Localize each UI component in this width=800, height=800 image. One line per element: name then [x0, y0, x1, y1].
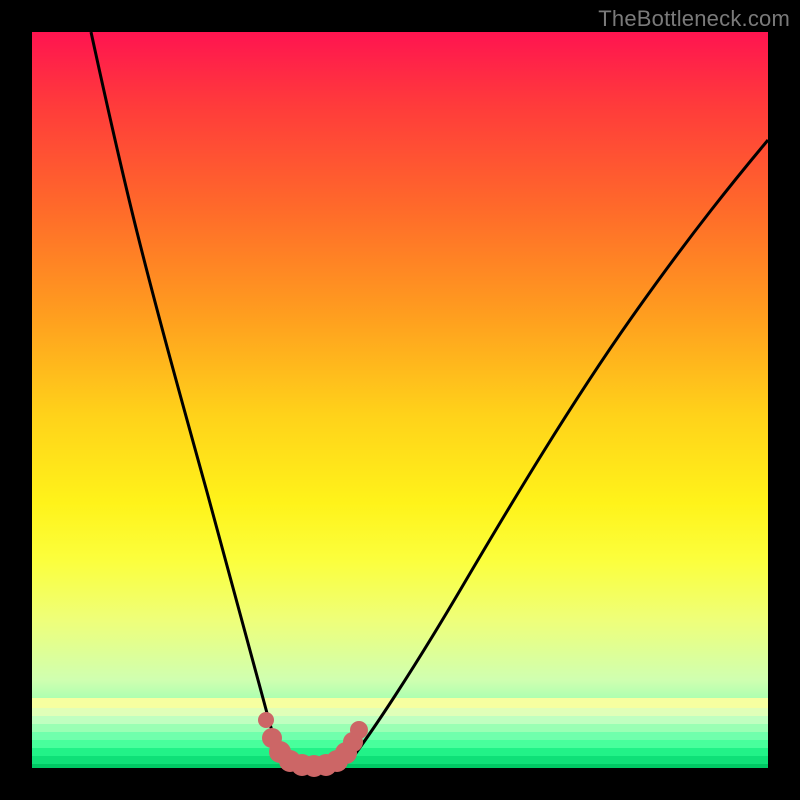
marker-dot [258, 712, 274, 728]
plot-area [32, 32, 768, 768]
curve-right [350, 140, 768, 761]
chart-frame: TheBottleneck.com [0, 0, 800, 800]
curve-left [91, 32, 282, 762]
watermark-text: TheBottleneck.com [598, 6, 790, 32]
curves-svg [32, 32, 768, 768]
marker-dot [350, 721, 368, 739]
marker-group [258, 712, 368, 777]
